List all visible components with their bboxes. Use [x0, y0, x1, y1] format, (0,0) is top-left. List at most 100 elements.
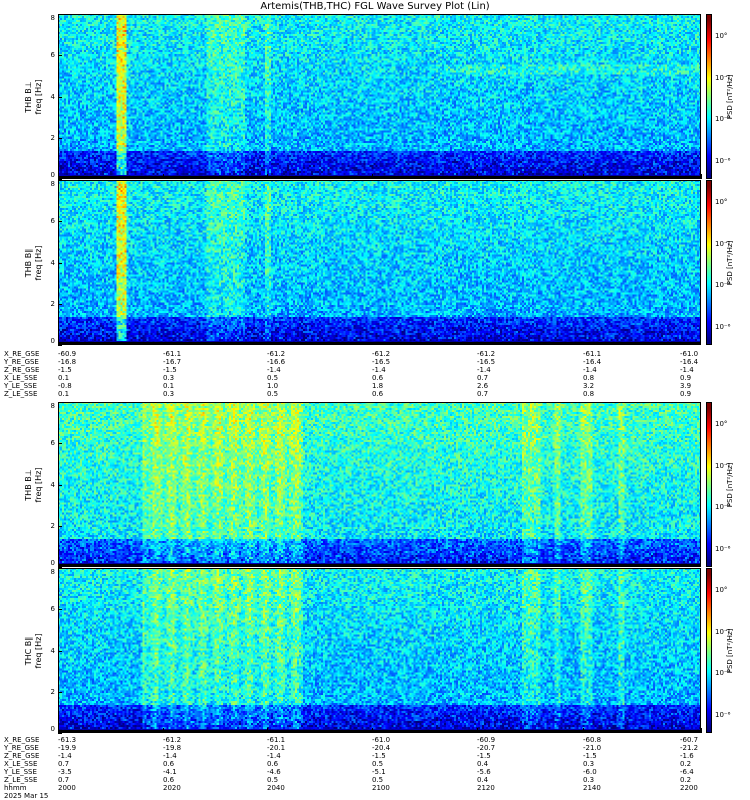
- ephem-bottom-value: 2000: [58, 784, 76, 792]
- time-tick-mark: [583, 728, 584, 733]
- freq-tick-label: 2: [50, 299, 55, 308]
- ephem-bottom-value: -60.8: [583, 736, 602, 744]
- ephem-top-value: -1.5: [58, 366, 72, 374]
- time-tick-mark: [477, 174, 478, 179]
- freq-tick-label: 4: [50, 258, 55, 267]
- freq-tick-mark: [58, 180, 62, 181]
- ephem-top-value: -1.5: [163, 366, 177, 374]
- freq-tick-label: 6: [50, 605, 55, 614]
- ephem-bottom-value: 0.2: [680, 760, 692, 768]
- freq-tick-label: 8: [50, 402, 55, 410]
- ephem-bottom-value: 0.4: [477, 776, 489, 784]
- freq-tick-mark: [58, 303, 62, 305]
- ephem-bottom-value: -3.5: [58, 768, 72, 776]
- freq-tick-label: 4: [50, 92, 55, 101]
- ephem-bottom-value: -60.7: [680, 736, 699, 744]
- ephem-bottom-row-label: hhmm: [4, 784, 27, 792]
- ephem-top-value: 0.3: [163, 374, 175, 382]
- ephem-bottom-value: 0.5: [372, 760, 384, 768]
- ephem-top-value: -16.4: [583, 358, 602, 366]
- ephem-bottom-value: -21.2: [680, 744, 699, 752]
- freq-tick-label: 8: [50, 14, 55, 22]
- ephem-top-value: -16.5: [477, 358, 496, 366]
- freq-tick-mark: [58, 443, 62, 445]
- ephem-top-row-label: X_LE_SSE: [4, 374, 38, 382]
- freq-tick-label: 0: [50, 725, 55, 733]
- plot-title: Artemis(THB,THC) FGL Wave Survey Plot (L…: [260, 1, 490, 12]
- spectrogram-thc-par: [58, 568, 701, 733]
- ephem-top-value: -1.4: [267, 366, 281, 374]
- ephem-top-value: 1.8: [372, 382, 384, 390]
- ephem-bottom-value: -1.5: [583, 752, 597, 760]
- ephem-bottom-value: 2040: [267, 784, 285, 792]
- ephem-bottom-value: 0.5: [372, 776, 384, 784]
- ephem-bottom-value: 2100: [372, 784, 390, 792]
- ephem-top-value: 0.1: [58, 374, 70, 382]
- colorbar-label: PSD [nT²/Hz]: [726, 240, 734, 285]
- freq-tick-label: 2: [50, 687, 55, 696]
- time-tick-mark: [477, 728, 478, 733]
- time-tick-mark: [372, 728, 373, 733]
- ephem-top-value: 0.1: [58, 390, 70, 398]
- ephem-bottom-value: -19.8: [163, 744, 182, 752]
- ephem-top-row-label: Y_RE_GSE: [4, 358, 39, 366]
- colorbar: [706, 402, 712, 567]
- freq-tick-mark: [58, 484, 62, 486]
- freq-tick-label: 0: [50, 559, 55, 567]
- ephem-bottom-row-label: X_RE_GSE: [4, 736, 40, 744]
- ephem-bottom-value: -1.4: [267, 752, 281, 760]
- ephem-bottom-value: -4.1: [163, 768, 177, 776]
- ephem-top-value: 0.9: [680, 390, 692, 398]
- ephem-bottom-value: 0.5: [267, 776, 279, 784]
- time-tick-mark: [372, 174, 373, 179]
- ephem-bottom-row-label: Z_RE_GSE: [4, 752, 40, 760]
- ephem-top-value: 0.3: [163, 390, 175, 398]
- ephem-bottom-row-label: Y_LE_SSE: [4, 768, 37, 776]
- freq-tick-label: 6: [50, 217, 55, 226]
- ephem-bottom-value: -21.0: [583, 744, 602, 752]
- ephem-top-value: 3.2: [583, 382, 595, 390]
- ephem-top-value: -1.4: [372, 366, 386, 374]
- ephem-top-value: 0.5: [267, 390, 279, 398]
- ephem-top-value: -16.4: [680, 358, 699, 366]
- freq-tick-mark: [58, 691, 62, 693]
- ephem-bottom-value: 0.3: [583, 776, 595, 784]
- ephem-bottom-value: 0.6: [163, 776, 175, 784]
- ephem-top-value: -60.9: [58, 350, 77, 358]
- time-tick-mark: [163, 174, 164, 179]
- ephem-top-value: -61.2: [267, 350, 286, 358]
- ephem-bottom-value: 0.7: [58, 760, 70, 768]
- ephem-top-value: 0.6: [372, 390, 384, 398]
- freq-tick-label: 6: [50, 51, 55, 60]
- freq-tick-label: 6: [50, 439, 55, 448]
- ephem-bottom-value: -20.1: [267, 744, 286, 752]
- freq-tick-mark: [58, 262, 62, 264]
- ephem-bottom-value: -61.0: [372, 736, 391, 744]
- ephem-top-value: -1.4: [583, 366, 597, 374]
- ephem-bottom-value: -19.9: [58, 744, 77, 752]
- time-tick-mark: [701, 728, 702, 733]
- colorbar: [706, 14, 712, 179]
- ephem-bottom-value: -5.1: [372, 768, 386, 776]
- ephem-bottom-value: -6.4: [680, 768, 694, 776]
- colorbar-tick-label: 10⁻⁶: [715, 545, 731, 553]
- ephem-bottom-value: -61.1: [267, 736, 286, 744]
- ephem-top-row-label: Z_RE_GSE: [4, 366, 40, 374]
- ephem-bottom-value: -61.2: [163, 736, 182, 744]
- freq-tick-label: 0: [50, 337, 55, 345]
- freq-tick-label: 0: [50, 171, 55, 179]
- freq-tick-mark: [58, 568, 62, 569]
- time-tick-mark: [163, 728, 164, 733]
- ephem-bottom-value: 0.7: [58, 776, 70, 784]
- ephem-bottom-value: -20.7: [477, 744, 496, 752]
- freq-tick-label: 4: [50, 646, 55, 655]
- freq-tick-mark: [58, 609, 62, 611]
- ephem-top-value: 2.6: [477, 382, 489, 390]
- ephem-top-value: -61.2: [372, 350, 391, 358]
- ephem-top-value: -1.4: [680, 366, 694, 374]
- ephem-top-value: -61.2: [477, 350, 496, 358]
- freq-tick-mark: [58, 525, 62, 527]
- ephem-top-value: 0.6: [372, 374, 384, 382]
- ephem-bottom-value: 0.3: [583, 760, 595, 768]
- colorbar-tick-label: 10⁻⁶: [715, 157, 731, 165]
